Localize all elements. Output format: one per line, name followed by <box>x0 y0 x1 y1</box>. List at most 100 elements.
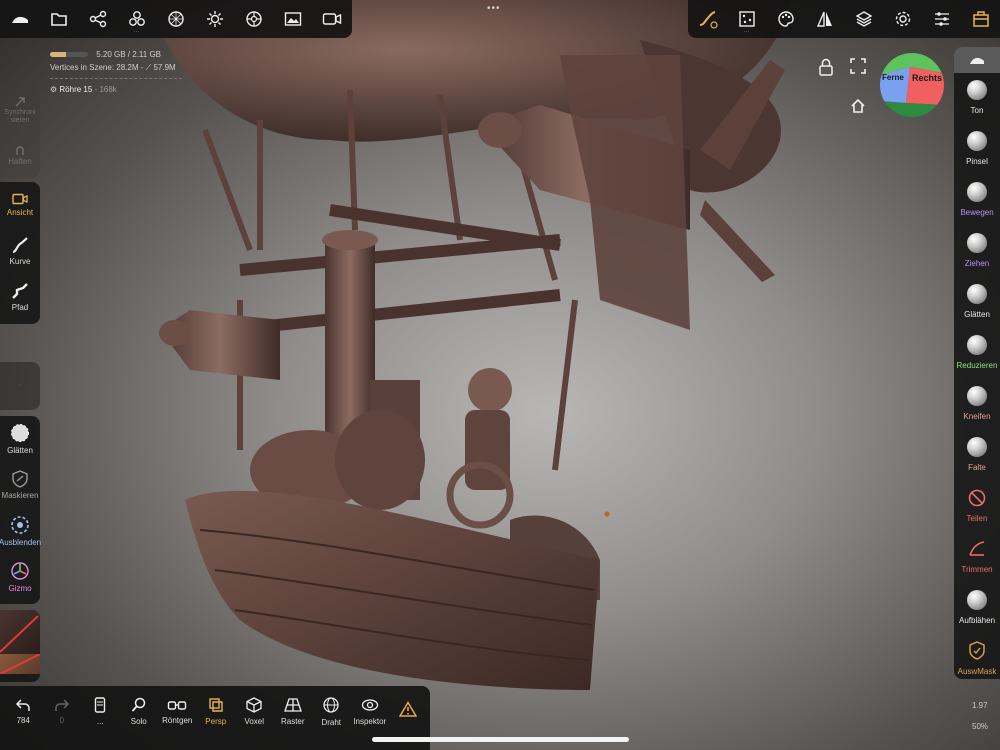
tool-drag[interactable]: Ziehen <box>954 233 1000 281</box>
undo-icon <box>15 698 31 712</box>
gizmo-button[interactable]: Gizmo <box>0 554 40 600</box>
symmetry-button[interactable] <box>805 0 844 38</box>
tool-pinch-icon <box>967 386 987 406</box>
lock-button[interactable] <box>818 58 834 76</box>
tool-pinch[interactable]: Kneifen <box>954 386 1000 434</box>
fullscreen-button[interactable] <box>850 58 866 74</box>
material-button[interactable] <box>234 0 273 38</box>
left-color-group <box>0 610 40 682</box>
voxel-button[interactable]: Voxel <box>235 686 274 736</box>
lighting-button[interactable] <box>195 0 234 38</box>
tool-decimate[interactable]: Reduzieren <box>954 335 1000 383</box>
multires-button[interactable]: ··· <box>117 0 156 38</box>
settings-button[interactable] <box>883 0 922 38</box>
warning-button[interactable] <box>389 686 428 736</box>
empty-slot-dots[interactable]: · <box>0 382 40 388</box>
home-indicator[interactable] <box>372 737 629 742</box>
view-button[interactable]: Ansicht <box>0 182 40 228</box>
topology-icon <box>167 10 185 28</box>
redo-button[interactable]: 0 <box>43 686 82 736</box>
xray-button[interactable]: Röntgen <box>158 686 197 736</box>
tool-crease[interactable]: Falte <box>954 437 1000 485</box>
solo-button[interactable]: Solo <box>120 686 159 736</box>
material-swatch[interactable] <box>0 610 40 654</box>
memory-text: 5.20 GB / 2.11 GB <box>96 50 162 59</box>
tool-smooth-icon <box>967 284 987 304</box>
active-object-row[interactable]: ⚙ Röhre 15 - 168k <box>50 83 182 96</box>
interface-button[interactable] <box>922 0 961 38</box>
tool-drag-label: Ziehen <box>964 259 990 268</box>
mask-button[interactable]: Maskieren <box>0 462 40 508</box>
vertices-label: Vertices in Szene: <box>50 63 115 72</box>
path-button[interactable]: Pfad <box>0 274 40 320</box>
solo-label: Solo <box>130 716 147 726</box>
scene-tree-icon <box>89 10 107 28</box>
tool-move[interactable]: Bewegen <box>954 182 1000 230</box>
tool-trim-label: Trimmen <box>961 565 993 574</box>
redo-icon <box>54 698 70 712</box>
view-cube-front-label: Ferne <box>882 73 904 82</box>
undo-button[interactable]: 784 <box>4 686 43 736</box>
curve-button[interactable]: Kurve <box>0 228 40 274</box>
tool-trim[interactable]: Trimmen <box>954 539 1000 587</box>
view-cube[interactable]: Ferne Rechts <box>880 53 944 117</box>
tool-selmask-label: AuswMask <box>957 667 997 676</box>
inspector-icon <box>361 697 379 713</box>
camera-button[interactable] <box>312 0 351 38</box>
wireframe-button[interactable]: Draht <box>312 686 351 736</box>
background-image-button[interactable] <box>273 0 312 38</box>
top-handle-dots[interactable]: ••• <box>487 3 501 14</box>
more-label: ... <box>96 716 104 726</box>
layers-icon <box>855 10 873 28</box>
painting-button[interactable]: ··· <box>727 0 766 38</box>
hide-button[interactable]: Ausblenden <box>0 508 42 554</box>
material-icon <box>245 10 263 28</box>
tool-inflate[interactable]: Aufblähen <box>954 590 1000 638</box>
memory-bar-fill <box>50 52 66 58</box>
palette-button[interactable] <box>766 0 805 38</box>
menu-icon <box>968 54 986 66</box>
smooth-button[interactable]: Glätten <box>0 416 40 462</box>
redo-count: 0 <box>59 715 64 725</box>
hide-icon <box>10 515 30 535</box>
grid-button[interactable]: Raster <box>274 686 313 736</box>
vertices-row: Vertices in Szene: 28.2M - ⟋ 57.9M <box>50 61 182 74</box>
persp-button[interactable]: Persp <box>197 686 236 736</box>
main-menu-button[interactable] <box>0 0 39 38</box>
scene-button[interactable] <box>78 0 117 38</box>
curve-icon <box>11 236 29 254</box>
tool-selmask[interactable]: AuswMask <box>954 641 1000 689</box>
tool-clay-icon <box>967 80 987 100</box>
home-view-button[interactable] <box>850 98 866 114</box>
stroke-button[interactable] <box>688 0 727 38</box>
files-button[interactable] <box>39 0 78 38</box>
tool-smooth[interactable]: Glätten <box>954 284 1000 332</box>
top-right-toolbar: ··· <box>688 0 1000 38</box>
path-label: Pfad <box>11 303 29 312</box>
toolbox-button[interactable] <box>961 0 1000 38</box>
memory-bar <box>50 52 88 58</box>
scene-stats: 5.20 GB / 2.11 GB Vertices in Szene: 28.… <box>50 48 182 96</box>
sync-button[interactable]: Synchroni sieren <box>0 86 40 134</box>
zoom-text: 50% <box>972 722 989 731</box>
hide-label: Ausblenden <box>0 538 42 547</box>
left-view-group: Ansicht Kurve Pfad <box>0 182 40 324</box>
home-icon <box>850 98 866 114</box>
tool-selmask-icon <box>968 641 986 661</box>
tool-split[interactable]: Teilen <box>954 488 1000 536</box>
phone-icon <box>94 696 106 713</box>
layers-button[interactable] <box>844 0 883 38</box>
topology-button[interactable] <box>156 0 195 38</box>
tool-selector-handle[interactable] <box>954 47 1000 73</box>
submenu-dots: ··· <box>743 29 750 35</box>
faces-icon: ⟋ <box>145 63 152 72</box>
stick-button[interactable]: Haften <box>0 134 40 174</box>
inspector-button[interactable]: Inspektor <box>351 686 390 736</box>
tool-clay[interactable]: Ton <box>954 80 1000 128</box>
secondary-swatch[interactable] <box>0 654 40 674</box>
inspector-label: Inspektor <box>353 716 387 726</box>
stick-label: Haften <box>8 156 32 166</box>
view-cube-right-label: Rechts <box>912 73 943 83</box>
more-button[interactable]: ... <box>81 686 120 736</box>
tool-brush[interactable]: Pinsel <box>954 131 1000 179</box>
